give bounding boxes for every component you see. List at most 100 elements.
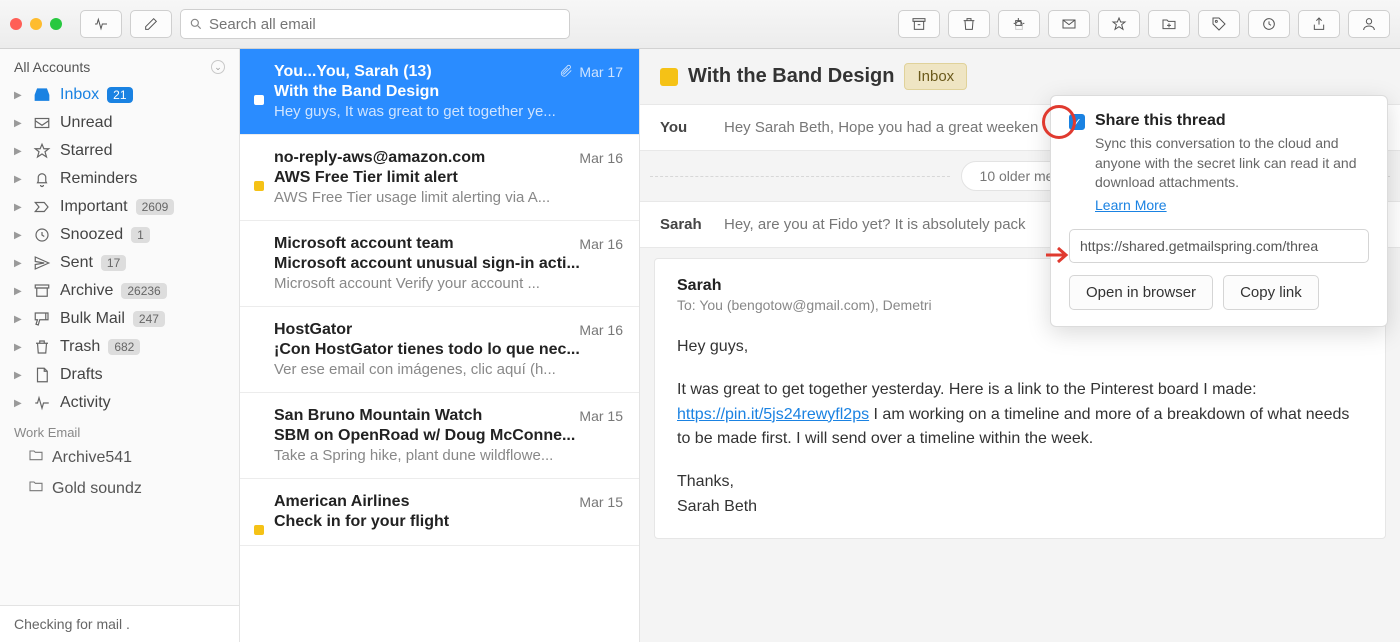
share-url-field[interactable] (1069, 229, 1369, 263)
sidebar-item-reminders[interactable]: ▶ Reminders (0, 165, 239, 193)
msg-preview: Hey, are you at Fido yet? It is absolute… (724, 216, 1026, 233)
sidebar-item-label: Important (60, 198, 128, 216)
sidebar-item-inbox[interactable]: ▶ Inbox 21 (0, 81, 239, 109)
minimize-window-icon[interactable] (30, 18, 42, 30)
thread-title: With the Band Design (688, 65, 894, 88)
thumbs-down-icon (32, 310, 52, 328)
sidebar-item-label: Sent (60, 254, 93, 272)
folder-chip[interactable]: Inbox (904, 63, 967, 90)
share-button[interactable] (1298, 10, 1340, 38)
sidebar-item-trash[interactable]: ▶ Trash 682 (0, 333, 239, 361)
sidebar-item-bulk[interactable]: ▶ Bulk Mail 247 (0, 305, 239, 333)
thread-subject: ¡Con HostGator tienes todo lo que nec... (274, 341, 623, 359)
body-greeting: Hey guys, (677, 335, 1363, 360)
thread-item[interactable]: HostGator Mar 16 ¡Con HostGator tienes to… (240, 307, 639, 393)
sidebar-item-label: Inbox (60, 86, 99, 104)
sidebar-item-unread[interactable]: ▶ Unread (0, 109, 239, 137)
sent-icon (32, 254, 52, 272)
disclosure-icon: ▶ (14, 146, 24, 157)
sidebar-item-drafts[interactable]: ▶ Drafts (0, 361, 239, 389)
accounts-label: All Accounts (14, 59, 90, 75)
thread-item[interactable]: American AirlinesMar 15 Check in for you… (240, 479, 639, 546)
important-icon (32, 198, 52, 216)
label-indicator-icon (254, 525, 264, 535)
thread-from: You...You, Sarah (13) (274, 63, 551, 81)
zoom-window-icon[interactable] (50, 18, 62, 30)
count-badge: 1 (131, 227, 150, 243)
disclosure-icon: ▶ (14, 90, 24, 101)
count-badge: 26236 (121, 283, 166, 299)
search-icon (189, 17, 203, 31)
sidebar-item-label: Gold soundz (52, 480, 142, 498)
mark-unread-button[interactable] (1048, 10, 1090, 38)
spam-button[interactable] (998, 10, 1040, 38)
thread-from: American Airlines (274, 493, 571, 511)
thread-item[interactable]: no-reply-aws@amazon.comMar 16 AWS Free T… (240, 135, 639, 221)
thread-date: Mar 17 (559, 64, 623, 81)
sidebar: All Accounts ⌄ ▶ Inbox 21 ▶ Unread ▶ Sta… (0, 49, 240, 642)
star-button[interactable] (1098, 10, 1140, 38)
share-checkbox[interactable]: ✓ (1069, 114, 1085, 130)
msg-from: You (660, 119, 710, 136)
sidebar-item-activity[interactable]: ▶ Activity (0, 389, 239, 417)
sidebar-item-label: Trash (60, 338, 100, 356)
attachment-icon (559, 64, 573, 81)
reading-pane: With the Band Design Inbox You Hey Sarah… (640, 49, 1400, 642)
sidebar-item-starred[interactable]: ▶ Starred (0, 137, 239, 165)
thread-date: Mar 15 (579, 408, 623, 424)
archive-button[interactable] (898, 10, 940, 38)
thread-from: HostGator (274, 321, 571, 339)
disclosure-icon: ▶ (14, 118, 24, 129)
thread-item[interactable]: Microsoft account teamMar 16 Microsoft a… (240, 221, 639, 307)
compose-button[interactable] (130, 10, 172, 38)
label-indicator-icon (254, 181, 264, 191)
message-to: To: You (bengotow@gmail.com), Demetri (677, 297, 932, 313)
activity-icon[interactable] (80, 10, 122, 38)
msg-preview: Hey Sarah Beth, Hope you had a great wee… (724, 119, 1038, 136)
thread-preview: Ver ese email con imágenes, clic aquí (h… (274, 361, 623, 378)
sidebar-item-sent[interactable]: ▶ Sent 17 (0, 249, 239, 277)
accounts-dropdown-icon[interactable]: ⌄ (211, 60, 225, 74)
share-popover: ✓ Share this thread Sync this conversati… (1050, 95, 1388, 327)
message-from: Sarah (677, 277, 932, 295)
thread-item[interactable]: You...You, Sarah (13) Mar 17 With the Ba… (240, 49, 639, 135)
snooze-button[interactable] (1248, 10, 1290, 38)
share-title: Share this thread (1095, 112, 1369, 130)
sidebar-item-archive[interactable]: ▶ Archive 26236 (0, 277, 239, 305)
trash-button[interactable] (948, 10, 990, 38)
thread-subject: SBM on OpenRoad w/ Doug McConne... (274, 427, 623, 445)
thread-date: Mar 16 (579, 322, 623, 338)
bell-icon (32, 170, 52, 188)
account-button[interactable] (1348, 10, 1390, 38)
open-browser-button[interactable]: Open in browser (1069, 275, 1213, 310)
body-text: It was great to get together yesterday. … (677, 381, 1257, 398)
close-window-icon[interactable] (10, 18, 22, 30)
sidebar-item-label: Activity (60, 394, 111, 412)
thread-from: Microsoft account team (274, 235, 571, 253)
sidebar-item-snoozed[interactable]: ▶ Snoozed 1 (0, 221, 239, 249)
thread-label-icon (660, 68, 678, 86)
pinterest-link[interactable]: https://pin.it/5js24rewyfl2ps (677, 406, 869, 423)
label-button[interactable] (1198, 10, 1240, 38)
move-folder-button[interactable] (1148, 10, 1190, 38)
sidebar-folder-gold[interactable]: Gold soundz (0, 473, 239, 504)
sidebar-item-label: Archive541 (52, 449, 132, 467)
copy-link-button[interactable]: Copy link (1223, 275, 1319, 310)
accounts-header[interactable]: All Accounts ⌄ (0, 49, 239, 81)
message-body: Hey guys, It was great to get together y… (677, 335, 1363, 520)
trash-icon (32, 338, 52, 356)
sidebar-folder-archive541[interactable]: Archive541 (0, 442, 239, 473)
disclosure-icon: ▶ (14, 314, 24, 325)
search-input[interactable] (209, 16, 561, 33)
thread-item[interactable]: San Bruno Mountain WatchMar 15 SBM on Op… (240, 393, 639, 479)
sidebar-item-label: Snoozed (60, 226, 123, 244)
search-field[interactable] (180, 9, 570, 39)
thread-preview: AWS Free Tier usage limit alerting via A… (274, 189, 623, 206)
sidebar-item-label: Drafts (60, 366, 103, 384)
thread-subject: Microsoft account unusual sign-in acti..… (274, 255, 623, 273)
learn-more-link[interactable]: Learn More (1095, 197, 1167, 213)
status-bar: Checking for mail . (0, 605, 239, 642)
sidebar-item-important[interactable]: ▶ Important 2609 (0, 193, 239, 221)
sidebar-item-label: Starred (60, 142, 112, 160)
body-signoff: Thanks, (677, 470, 1363, 495)
